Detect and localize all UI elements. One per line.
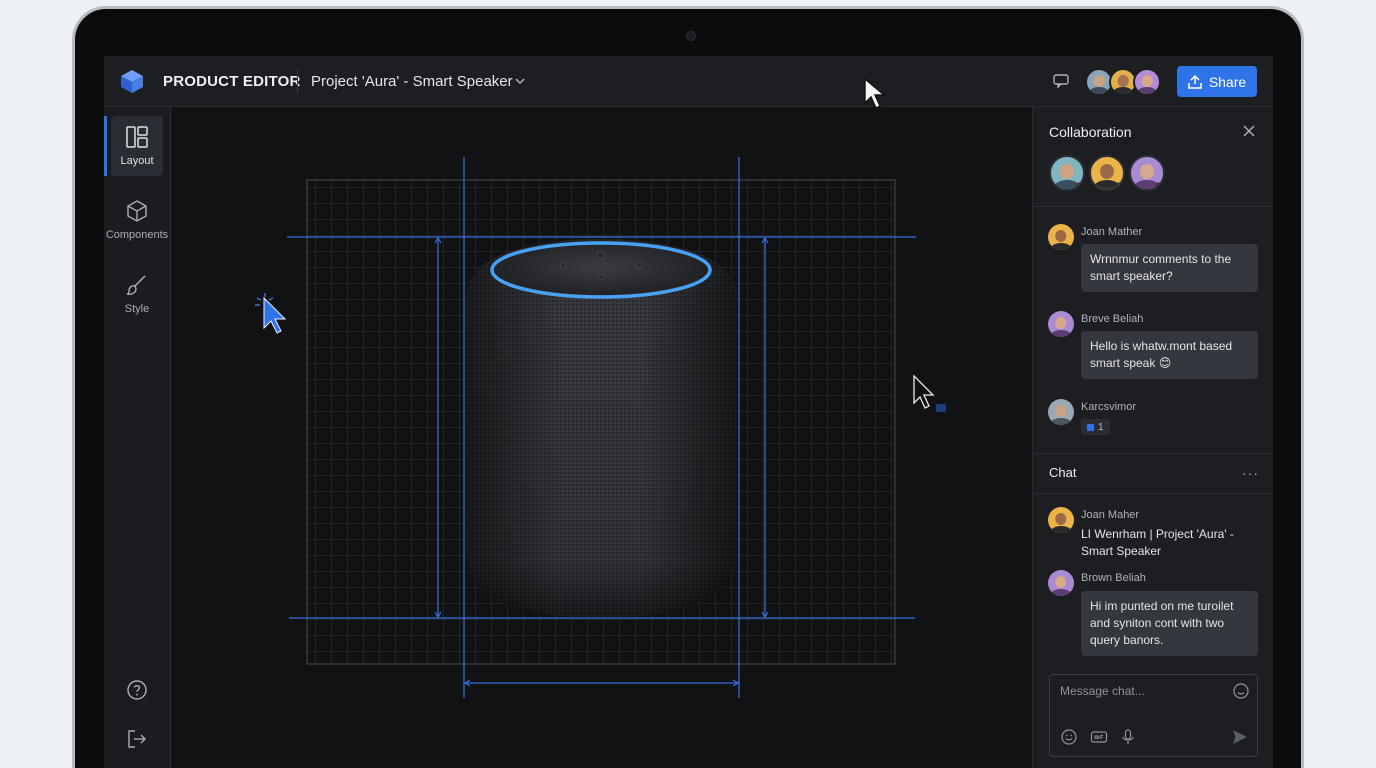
avatar[interactable] [1133,68,1161,96]
chat-bubble-icon[interactable] [1052,72,1070,90]
reaction-icon [1087,423,1094,431]
webcam [686,31,696,41]
rail-item-label: Layout [120,155,154,167]
upload-icon [1188,74,1202,89]
rail-item-components[interactable]: Components [106,190,168,250]
layout-icon [126,126,148,148]
comment-bubble[interactable]: Wrnnmur comments to the smart speaker? [1081,244,1258,292]
cube-icon [127,200,147,222]
reaction-badge[interactable]: 1 [1081,419,1110,435]
send-icon[interactable] [1231,728,1249,746]
chat-author: Joan Maher [1081,509,1140,521]
avatar [1048,399,1074,425]
rail-item-label: Components [105,229,169,241]
avatar [1048,311,1074,337]
smiley-icon[interactable] [1232,682,1250,700]
chat-bubble[interactable]: Hi im punted on me turoilet and syniton … [1081,591,1258,656]
avatar [1048,570,1074,596]
avatar[interactable] [1129,155,1165,191]
comment-author: Joan Mather [1081,226,1143,238]
avatar[interactable] [1089,155,1125,191]
divider [1033,493,1273,494]
rail-item-layout[interactable]: Layout [111,116,163,176]
app-window: PRODUCT EDITOR Project 'Aura' - Smart Sp… [104,56,1273,768]
cursor-icon [913,374,935,409]
emoji-icon[interactable] [1060,728,1078,746]
active-indicator [104,116,107,176]
chat-input[interactable] [1060,682,1230,700]
cube-logo-icon [121,70,143,93]
comment-author: Breve Beliah [1081,313,1144,325]
speaker-render[interactable] [465,239,738,617]
divider [297,70,298,93]
left-rail: Layout Components Style [104,107,171,768]
microphone-icon[interactable] [1119,728,1137,746]
app-title: PRODUCT EDITOR [163,73,301,90]
panel-title: Collaboration [1049,124,1132,140]
comment-author: Karcsvimor [1081,401,1137,413]
avatar[interactable] [1049,155,1085,191]
rail-item-style[interactable]: Style [111,264,163,324]
reaction-count: 1 [1098,421,1104,433]
rail-item-label: Style [124,303,150,315]
share-label: Share [1208,73,1247,90]
top-bar: PRODUCT EDITOR Project 'Aura' - Smart Sp… [104,56,1273,107]
chat-author: Brown Beliah [1081,572,1146,584]
comment-bubble[interactable]: Hello is whatw.mont based smart speak 😊 [1081,331,1258,379]
gif-icon[interactable] [1090,728,1108,746]
logout-icon[interactable] [126,728,148,750]
brush-icon [126,275,146,295]
chat-composer[interactable] [1049,674,1258,757]
collaborator-list [1049,155,1165,191]
design-canvas[interactable] [171,107,1032,768]
chat-title: Chat [1049,465,1077,480]
share-button[interactable]: Share [1177,66,1257,97]
chevron-down-icon[interactable] [514,75,526,87]
chat-message: LI Wenrham | Project 'Aura' - Smart Spea… [1081,527,1234,558]
cursor-icon [864,77,886,109]
cursor-tag [936,404,946,412]
divider [1033,206,1273,207]
blue-cursor-icon [263,296,287,334]
canvas-artboard [255,157,946,698]
collaborator-avatars[interactable] [1085,68,1161,96]
close-icon[interactable] [1243,125,1255,137]
divider [1033,453,1273,454]
project-name[interactable]: Project 'Aura' - Smart Speaker [311,73,513,90]
avatar [1048,507,1074,533]
help-icon[interactable] [126,679,148,701]
collaboration-panel: Collaboration Joan Mather Wrnnmur commen… [1032,107,1273,768]
avatar [1048,224,1074,250]
more-options-icon[interactable]: ··· [1242,465,1259,481]
